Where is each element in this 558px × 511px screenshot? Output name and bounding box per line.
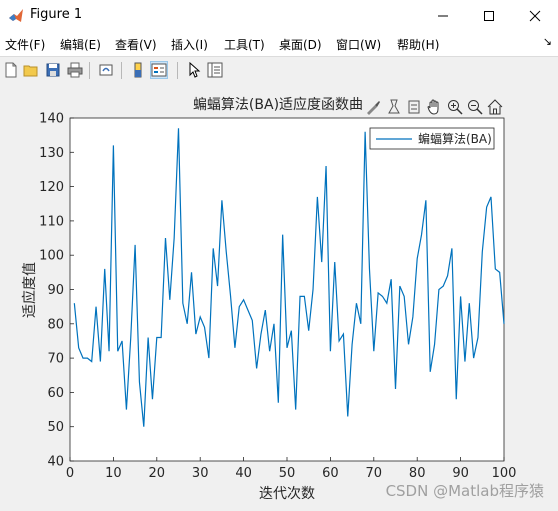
figure-toolbar <box>0 56 558 85</box>
y-tick-label: 60 <box>47 386 64 401</box>
menu-view[interactable]: 查看(V) <box>115 36 157 53</box>
x-axis-label: 迭代次数 <box>259 486 315 502</box>
legend[interactable]: 蝙蝠算法(BA) <box>369 127 495 150</box>
x-tick-label: 100 <box>492 466 517 481</box>
y-axis-label: 适应度值 <box>21 262 38 318</box>
window-titlebar: Figure 1 <box>0 0 558 31</box>
y-axis: 40 50 60 70 80 90 100 110 120 130 140 <box>39 112 74 470</box>
x-tick-label: 70 <box>366 466 383 481</box>
y-tick-label: 130 <box>39 146 64 161</box>
pointer-icon[interactable] <box>185 61 203 79</box>
menu-help[interactable]: 帮助(H) <box>397 36 439 53</box>
x-tick-label: 80 <box>409 466 426 481</box>
menu-edit[interactable]: 编辑(E) <box>60 36 101 53</box>
toolbar-separator <box>177 62 178 79</box>
close-button[interactable] <box>512 0 558 31</box>
chart-svg: 40 50 60 70 80 90 100 110 120 130 140 0 10 20 30 40 50 6… <box>21 96 517 502</box>
menu-tools[interactable]: 工具(T) <box>224 36 265 53</box>
y-tick-label: 50 <box>47 420 64 435</box>
y-tick-label: 70 <box>47 352 64 367</box>
x-tick-label: 10 <box>105 466 122 481</box>
x-tick-label: 90 <box>452 466 469 481</box>
y-tick-label: 90 <box>47 283 64 298</box>
y-tick-label: 80 <box>47 317 64 332</box>
menu-bar: 文件(F) 编辑(E) 查看(V) 插入(I) 工具(T) 桌面(D) 窗口(W… <box>0 31 558 56</box>
menu-desktop[interactable]: 桌面(D) <box>279 36 322 53</box>
x-tick-label: 60 <box>322 466 339 481</box>
rotate-icon[interactable] <box>405 98 423 116</box>
toolbar-separator <box>89 62 90 79</box>
y-tick-label: 120 <box>39 180 64 195</box>
y-tick-label: 110 <box>39 214 64 229</box>
zoom-in-icon[interactable] <box>446 98 464 116</box>
legend-label: 蝙蝠算法(BA) <box>418 131 492 146</box>
x-tick-label: 20 <box>149 466 166 481</box>
x-tick-label: 50 <box>279 466 296 481</box>
toolbar-separator <box>121 62 122 79</box>
y-tick-label: 100 <box>39 249 64 264</box>
x-tick-label: 30 <box>192 466 209 481</box>
minimize-button[interactable] <box>420 0 466 31</box>
property-inspector-icon[interactable] <box>206 61 224 79</box>
y-tick-label: 40 <box>47 455 64 470</box>
print-icon[interactable] <box>66 61 84 79</box>
save-icon[interactable] <box>44 61 62 79</box>
menu-overflow-arrow-icon[interactable]: ↘ <box>543 35 552 48</box>
window-title: Figure 1 <box>30 7 83 22</box>
x-tick-label: 40 <box>235 466 252 481</box>
x-tick-label: 0 <box>66 466 74 481</box>
colorbar-icon[interactable] <box>129 61 147 79</box>
new-file-icon[interactable] <box>2 61 20 79</box>
chart-title: 蝙蝠算法(BA)适应度函数曲 <box>193 96 363 113</box>
y-tick-label: 140 <box>39 112 64 127</box>
menu-insert[interactable]: 插入(I) <box>171 36 208 53</box>
link-icon[interactable] <box>97 61 115 79</box>
legend-icon[interactable] <box>150 61 168 79</box>
pan-icon[interactable] <box>425 98 443 116</box>
menu-file[interactable]: 文件(F) <box>5 36 45 53</box>
zoom-out-icon[interactable] <box>466 98 484 116</box>
home-icon[interactable] <box>486 98 504 116</box>
maximize-button[interactable] <box>466 0 512 31</box>
watermark: CSDN @Matlab程序猿 <box>385 482 544 500</box>
open-folder-icon[interactable] <box>22 61 40 79</box>
figure-canvas: 40 50 60 70 80 90 100 110 120 130 140 0 10 20 30 40 50 6… <box>0 85 558 511</box>
menu-window[interactable]: 窗口(W) <box>336 36 381 53</box>
data-tips-icon[interactable] <box>385 98 403 116</box>
matlab-logo-icon <box>8 8 24 24</box>
brush-icon[interactable] <box>364 98 382 116</box>
